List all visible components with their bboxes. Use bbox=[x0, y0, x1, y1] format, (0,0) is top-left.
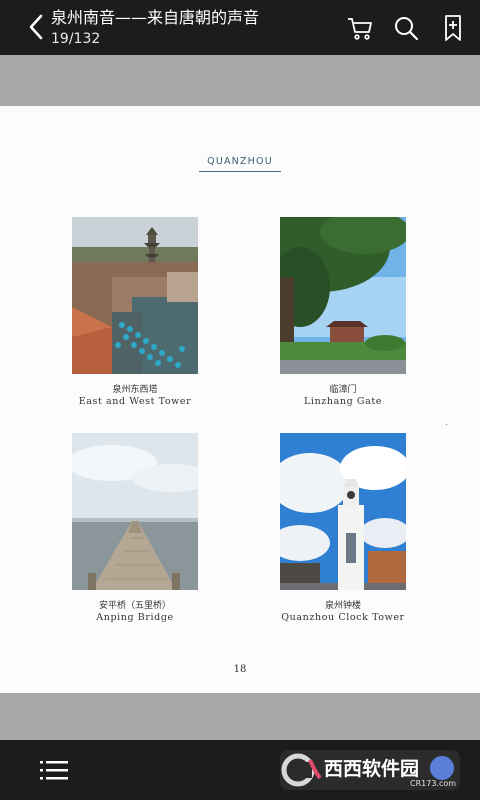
reader-screen: 泉州南音——来自唐朝的声音 19/132 QUANZHOU 泉州东西塔 East… bbox=[0, 0, 480, 800]
cart-icon bbox=[348, 18, 372, 40]
bookmark-add-icon bbox=[445, 15, 461, 41]
back-button[interactable] bbox=[24, 13, 48, 41]
section-label: QUANZHOU bbox=[207, 156, 273, 167]
watermark-logo: 西西软件园 CR173.com bbox=[280, 748, 460, 792]
caption-en: Quanzhou Clock Tower bbox=[281, 612, 405, 623]
book-title: 泉州南音——来自唐朝的声音 bbox=[51, 8, 260, 27]
page-indicator: 19/132 bbox=[51, 31, 101, 47]
caption-en: Anping Bridge bbox=[96, 612, 174, 623]
cart-button[interactable] bbox=[346, 14, 374, 42]
caption-cn: 临漳门 bbox=[329, 385, 357, 395]
photo-linzhang-gate bbox=[280, 217, 406, 374]
caption-cn: 泉州东西塔 bbox=[112, 385, 158, 395]
watermark-domain: CR173.com bbox=[410, 779, 456, 788]
page-number: 18 bbox=[233, 664, 247, 675]
chevron-left-icon bbox=[29, 14, 43, 40]
top-bar: 泉州南音——来自唐朝的声音 19/132 bbox=[0, 0, 480, 55]
section-divider bbox=[199, 171, 281, 172]
caption-en: Linzhang Gate bbox=[304, 396, 382, 407]
list-menu-icon bbox=[40, 761, 68, 780]
caption-cn: 安平桥（五里桥） bbox=[98, 601, 171, 611]
photo-clock-tower bbox=[280, 433, 406, 590]
bookmark-button[interactable] bbox=[439, 14, 467, 42]
caption-en: East and West Tower bbox=[78, 396, 192, 407]
caption-cn: 泉州钟楼 bbox=[324, 601, 361, 611]
margin-mark bbox=[446, 424, 447, 425]
watermark-brand: 西西软件园 bbox=[324, 757, 419, 780]
photo-east-west-tower bbox=[72, 217, 198, 374]
search-icon bbox=[395, 17, 419, 41]
photo-anping-bridge bbox=[72, 433, 198, 590]
table-of-contents-button[interactable] bbox=[38, 756, 70, 784]
search-button[interactable] bbox=[392, 14, 420, 42]
book-page[interactable]: QUANZHOU 泉州东西塔 East and West Tower 临漳门 L… bbox=[0, 106, 480, 693]
bottom-bar: 西西软件园 CR173.com bbox=[0, 740, 480, 800]
